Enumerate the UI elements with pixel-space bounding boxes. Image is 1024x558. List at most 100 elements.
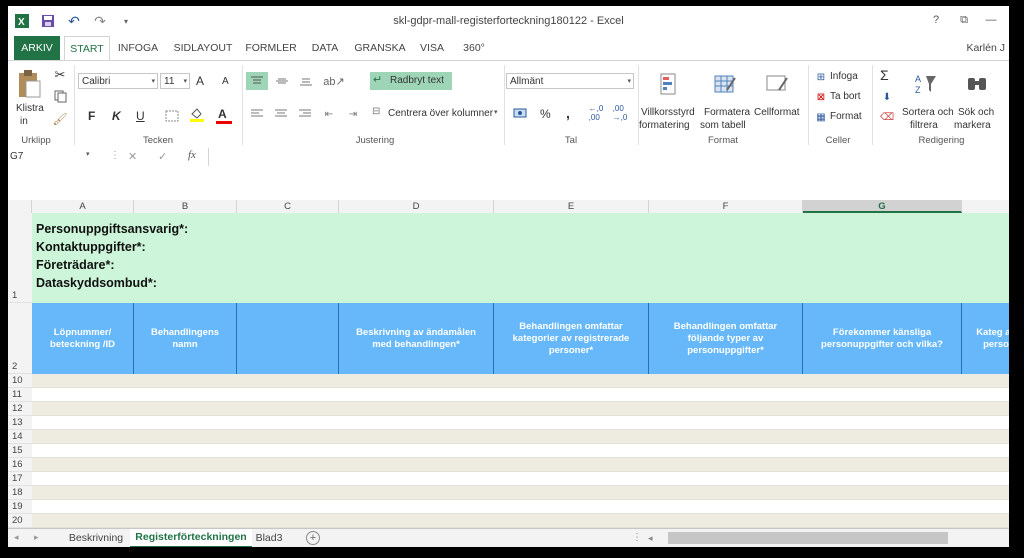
tab-insert[interactable]: INFOGA <box>114 36 162 60</box>
row-1-responsible-info[interactable]: Personuppgiftsansvarig*: Kontaktuppgifte… <box>32 213 1009 303</box>
grow-font-button[interactable]: A <box>196 74 204 88</box>
tab-360[interactable]: 360° <box>456 36 492 60</box>
format-as-table-icon[interactable] <box>712 71 738 97</box>
row-number[interactable]: 17 <box>8 472 32 486</box>
row-number[interactable]: 18 <box>8 486 32 500</box>
tab-file[interactable]: ARKIV <box>14 36 60 60</box>
chevron-down-icon[interactable]: ▾ <box>86 150 90 158</box>
tab-data[interactable]: DATA <box>306 36 344 60</box>
find-select-icon[interactable] <box>964 71 990 97</box>
header-cell-h[interactable]: Kateg av perso <box>962 303 1009 374</box>
sheet-tab-registerforteckningen[interactable]: Registerförteckningen <box>130 529 252 547</box>
tab-view[interactable]: VISA <box>414 36 450 60</box>
column-header-d[interactable]: D <box>339 200 494 213</box>
comma-button[interactable]: , <box>566 105 570 121</box>
column-header-e[interactable]: E <box>494 200 649 213</box>
bold-button[interactable]: F <box>88 109 95 123</box>
cancel-icon[interactable]: ✕ <box>128 150 137 163</box>
tab-review[interactable]: GRANSKA <box>352 36 408 60</box>
column-header-a[interactable]: A <box>32 200 134 213</box>
cond-format-label-2[interactable]: formatering <box>639 120 690 131</box>
tab-start[interactable]: START <box>64 36 110 61</box>
conditional-format-icon[interactable] <box>656 71 682 97</box>
align-bottom-icon[interactable] <box>296 72 316 90</box>
tab-formulas[interactable]: FORMLER <box>244 36 298 60</box>
percent-button[interactable]: % <box>540 107 551 121</box>
paste-label[interactable]: Klistra <box>16 103 44 114</box>
column-header-c[interactable]: C <box>237 200 339 213</box>
format-painter-icon[interactable]: 🖌 <box>52 111 68 127</box>
enter-icon[interactable]: ✓ <box>158 150 167 163</box>
font-name-combo[interactable]: Calibri ▾ <box>78 73 158 89</box>
insert-cells-icon[interactable]: ⊞ <box>814 70 828 84</box>
italic-button[interactable]: K <box>112 109 121 123</box>
header-cell-e[interactable]: Behandlingen omfattar kategorier av regi… <box>494 303 649 374</box>
row-number[interactable]: 20 <box>8 514 32 528</box>
save-icon[interactable] <box>38 11 58 31</box>
increase-indent-icon[interactable]: ⇥ <box>344 106 362 122</box>
border-icon[interactable] <box>162 109 182 123</box>
decrease-decimal-icon[interactable]: ,00 →,0 <box>610 104 630 122</box>
clear-icon[interactable]: ⌫ <box>880 110 894 124</box>
qat-customize-icon[interactable]: ▾ <box>116 11 136 31</box>
format-table-label[interactable]: Formatera <box>704 107 750 118</box>
row-number[interactable]: 10 <box>8 374 32 388</box>
undo-icon[interactable]: ↶ <box>64 11 84 31</box>
header-cell-a[interactable]: Löpnummer/ beteckning /ID <box>32 303 134 374</box>
number-format-combo[interactable]: Allmänt ▾ <box>506 73 634 89</box>
horizontal-scrollbar-thumb[interactable] <box>668 532 948 544</box>
scroll-right-icon[interactable]: ▸ <box>34 532 39 543</box>
align-left-icon[interactable] <box>248 106 266 122</box>
row-number[interactable]: 11 <box>8 388 32 402</box>
tab-page-layout[interactable]: SIDLAYOUT <box>170 36 236 60</box>
align-right-icon[interactable] <box>296 106 314 122</box>
fill-icon[interactable]: ⬇ <box>880 90 894 104</box>
sheet-tab-beskrivning[interactable]: Beskrivning <box>64 531 128 546</box>
formula-input[interactable] <box>208 148 1009 166</box>
header-cell-f[interactable]: Behandlingen omfattar följande typer av … <box>649 303 803 374</box>
decrease-indent-icon[interactable]: ⇤ <box>320 106 338 122</box>
font-size-combo[interactable]: 11 ▾ <box>160 73 190 89</box>
select-all-corner[interactable] <box>8 200 32 213</box>
redo-icon[interactable]: ↷ <box>90 11 110 31</box>
underline-button[interactable]: U <box>136 109 145 123</box>
header-cell-d[interactable]: Beskrivning av ändamålen med behandlinge… <box>339 303 494 374</box>
row-number[interactable]: 16 <box>8 458 32 472</box>
autosum-button[interactable]: Σ <box>880 67 889 83</box>
find-select-label[interactable]: Sök och <box>958 107 994 118</box>
name-box[interactable]: G7 <box>8 149 96 165</box>
format-table-label-2[interactable]: som tabell <box>700 120 746 131</box>
align-top-icon[interactable] <box>246 72 268 90</box>
wrap-text-button[interactable]: ↵ Radbryt text <box>370 72 452 90</box>
minimize-button[interactable]: — <box>980 11 1002 29</box>
row-number[interactable]: 15 <box>8 444 32 458</box>
insert-function-icon[interactable]: fx <box>188 149 196 161</box>
fill-color-icon[interactable] <box>188 107 206 123</box>
orientation-icon[interactable]: ab↗ <box>322 72 346 90</box>
copy-icon[interactable] <box>52 88 68 104</box>
shrink-font-button[interactable]: A <box>222 76 229 87</box>
paste-icon[interactable] <box>14 67 44 101</box>
formula-input-expanded[interactable] <box>208 166 1009 201</box>
tab-splitter-icon[interactable]: ⋮ <box>632 532 642 543</box>
row-number[interactable]: 12 <box>8 402 32 416</box>
cell-styles-label[interactable]: Cellformat <box>754 107 800 118</box>
column-header-g[interactable]: G <box>803 200 962 213</box>
find-select-label-2[interactable]: markera <box>954 120 991 131</box>
sort-filter-label-2[interactable]: filtrera <box>910 120 938 131</box>
row-number[interactable]: 19 <box>8 500 32 514</box>
merge-center-button[interactable]: ⊟ Centrera över kolumner ▾ <box>370 106 502 122</box>
row-number[interactable]: 2 <box>8 303 32 374</box>
delete-cells-label[interactable]: Ta bort <box>830 91 861 102</box>
currency-icon[interactable] <box>510 105 532 121</box>
sort-filter-icon[interactable]: AZ <box>913 71 939 97</box>
column-header-f[interactable]: F <box>649 200 803 213</box>
increase-decimal-icon[interactable]: ←,0,00 <box>586 104 606 122</box>
user-name[interactable]: Karlén J <box>953 36 1009 60</box>
sort-filter-label[interactable]: Sortera och <box>902 107 954 118</box>
row-number[interactable]: 1 <box>8 213 32 303</box>
add-sheet-icon[interactable]: + <box>306 531 320 545</box>
hscroll-left-icon[interactable]: ◂ <box>648 533 653 544</box>
delete-cells-icon[interactable]: ⊠ <box>814 90 828 104</box>
paste-label-2[interactable]: in <box>20 116 28 127</box>
